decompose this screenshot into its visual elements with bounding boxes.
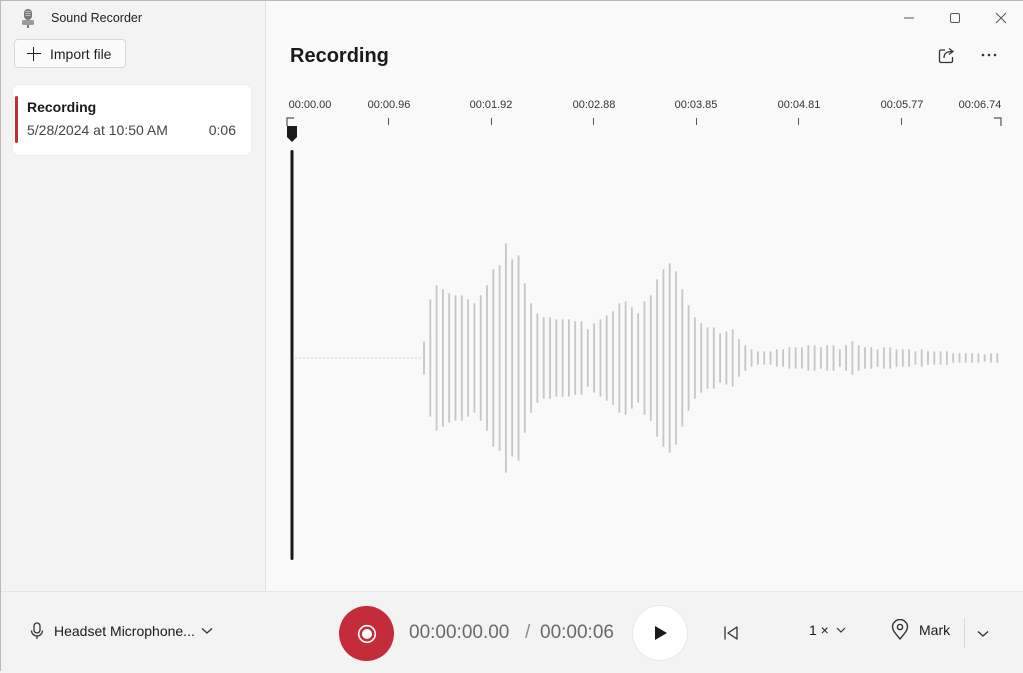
trim-end-handle[interactable] [993,117,1003,127]
location-pin-icon [891,619,909,640]
more-options-button[interactable] [973,39,1005,71]
timeline-tick-label: 00:04.81 [777,99,821,111]
timeline-tick-label: 00:06.74 [958,99,1002,111]
timeline-tick-label: 00:00.00 [288,99,332,111]
minimize-button[interactable] [886,1,932,35]
timeline-tick [491,118,492,125]
import-file-button[interactable]: Import file [14,39,126,68]
app-title: Sound Recorder [51,11,143,25]
current-time: 00:00:00.00 [409,622,510,643]
share-icon [938,47,955,64]
waveform[interactable] [266,141,1023,571]
timeline-tick [388,118,389,125]
share-button[interactable] [931,39,963,71]
skip-to-start-button[interactable] [715,617,747,649]
marks-dropdown-button[interactable] [971,622,995,646]
timeline-tick-label: 00:00.96 [367,99,411,111]
total-time: 00:00:06 [540,622,614,643]
main-panel: Recording 00:00.00 00:00.96 00:01.92 00:… [266,1,1023,591]
import-file-label: Import file [50,45,112,62]
play-icon [655,626,667,640]
microphone-icon [30,622,44,639]
timeline-tick [593,118,594,125]
input-device-dropdown[interactable]: Headset Microphone... [29,622,213,640]
microphone-app-icon [22,9,34,28]
playback-speed-label: 1 × [809,622,829,638]
close-button[interactable] [978,1,1023,35]
chevron-down-icon [977,631,989,637]
record-icon [357,624,376,643]
app-window: Sound Recorder Import file Recording 5/2… [0,0,1023,673]
maximize-icon [950,13,960,23]
recording-list-item[interactable]: Recording 5/28/2024 at 10:50 AM 0:06 [13,85,251,155]
sidebar: Sound Recorder Import file Recording 5/2… [1,1,266,591]
recording-duration: 0:06 [208,122,236,138]
timeline-tick-label: 00:03.85 [674,99,718,111]
timeline-tick-label: 00:02.88 [572,99,616,111]
timeline-tick [696,118,697,125]
play-button[interactable] [633,606,687,660]
chevron-down-icon [201,628,213,634]
divider [964,618,965,648]
timeline-tick-label: 00:01.92 [469,99,513,111]
maximize-button[interactable] [932,1,978,35]
time-separator: / [525,622,531,643]
page-title: Recording [290,45,389,67]
player-bar: Headset Microphone... 00:00:00.00 / 00:0… [1,591,1023,673]
minimize-icon [904,17,914,19]
more-icon [981,53,997,57]
chevron-down-icon [836,627,846,633]
plus-icon [27,46,41,61]
input-device-label: Headset Microphone... [54,623,195,639]
timeline-tick-label: 00:05.77 [880,99,924,111]
playback-speed-dropdown[interactable]: 1 × [809,622,846,638]
selected-indicator [15,96,18,143]
playhead[interactable] [286,125,298,560]
recording-name: Recording [27,99,97,115]
recording-date: 5/28/2024 at 10:50 AM [27,122,168,138]
timeline-tick [901,118,902,125]
mark-label: Mark [919,622,951,638]
mark-button[interactable]: Mark [890,619,950,641]
record-button[interactable] [339,606,394,661]
close-icon [995,12,1007,24]
skip-back-icon [724,626,738,640]
timeline-tick [798,118,799,125]
